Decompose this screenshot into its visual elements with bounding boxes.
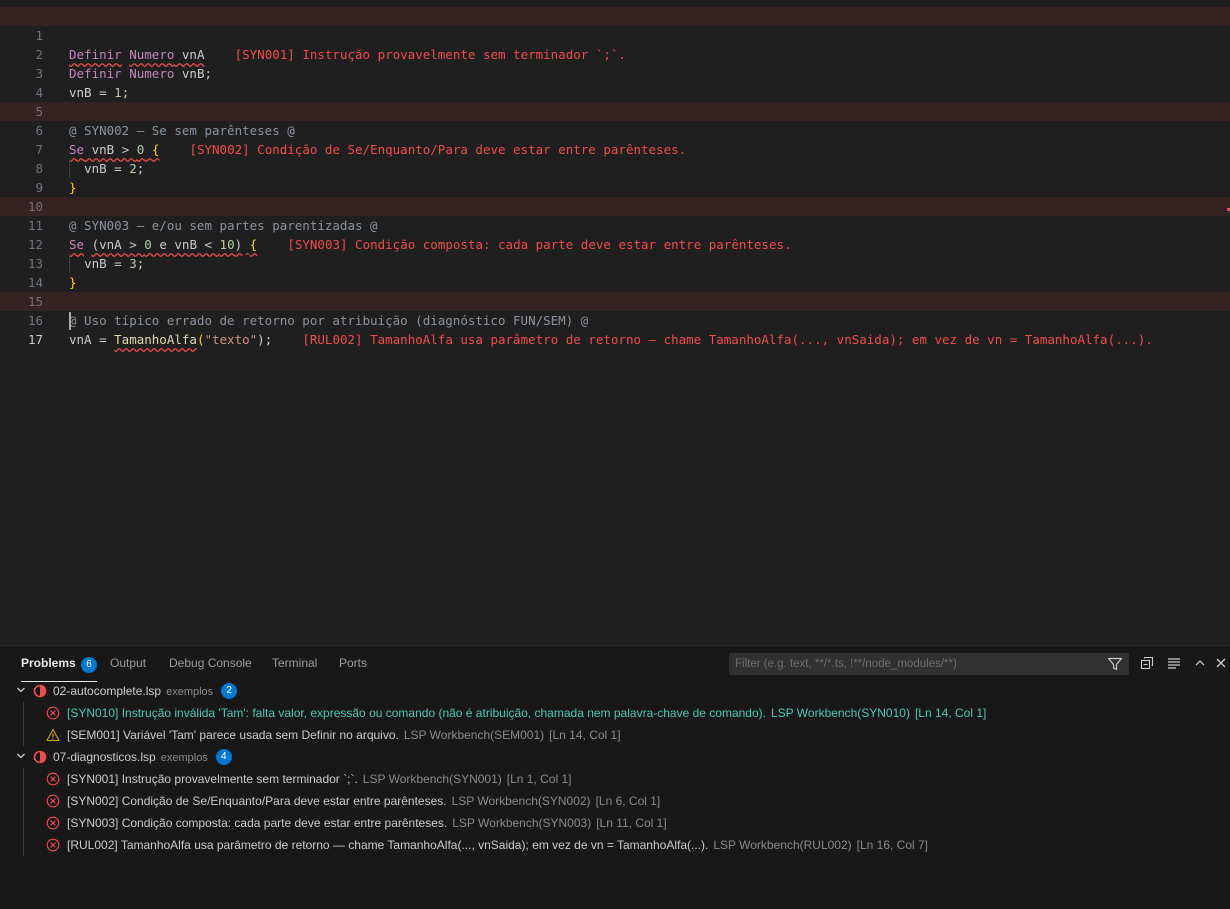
problem-location: [Ln 16, Col 7] (856, 838, 929, 852)
problem-location: [Ln 14, Col 1] (549, 728, 621, 742)
file-type-icon (33, 684, 47, 698)
chevron-down-icon (17, 687, 25, 693)
chevron-down-icon (17, 753, 25, 759)
tab-ports[interactable]: Ports (339, 656, 367, 670)
problem-item[interactable]: [SYN003] Condição composta: cada parte d… (0, 812, 1230, 834)
line-number: 17 (27, 332, 43, 347)
code-line-8[interactable]: 8 } (0, 140, 1230, 195)
code-line-3[interactable]: 3 vnB = 1; (0, 45, 1230, 100)
bottom-panel: Problems 6 Output Debug Console Terminal… (0, 645, 1230, 909)
problem-location: [Ln 6, Col 1] (595, 794, 661, 808)
view-as-list-icon[interactable] (1166, 655, 1182, 671)
problem-item[interactable]: [SEM001] Variável 'Tam' parece usada sem… (0, 724, 1230, 746)
error-icon (46, 838, 60, 852)
code-line-1[interactable]: 1 Definir Numero vnA [SYN001] Instrução … (0, 7, 1230, 62)
code-line-11[interactable]: 11 Se (vnA > 0 e vnB < 10) { [SYN003] Co… (0, 197, 1230, 252)
assignment: vnA = (69, 332, 115, 347)
problem-message: [SYN010] Instrução inválida 'Tam': falta… (67, 706, 766, 720)
tab-label: Problems (21, 656, 76, 670)
problem-source: LSP Workbench(SYN003) (452, 816, 592, 830)
error-icon (46, 794, 60, 808)
problem-location: [Ln 1, Col 1] (506, 772, 572, 786)
code-editor[interactable]: 1 Definir Numero vnA [SYN001] Instrução … (0, 0, 1230, 645)
problem-source: LSP Workbench(SYN002) (451, 794, 591, 808)
code-line-14[interactable]: 14 (0, 254, 1230, 290)
inline-diagnostic: [RUL002] TamanhoAlfa usa parâmetro de re… (302, 332, 1153, 347)
file-folder: exemplos (166, 686, 214, 698)
close-icon[interactable] (1213, 655, 1229, 671)
code-line-16[interactable]: 16 vnA = TamanhoAlfa("texto"); [RUL002] … (0, 292, 1230, 347)
tab-problems[interactable]: Problems 6 (21, 656, 98, 682)
problem-location: [Ln 11, Col 1] (596, 816, 667, 830)
problem-message: [SYN002] Condição de Se/Enquanto/Para de… (67, 794, 447, 808)
problems-count-badge: 6 (81, 657, 98, 673)
code-line-4[interactable]: 4 (0, 64, 1230, 100)
tab-output[interactable]: Output (110, 656, 146, 670)
tab-debug-console[interactable]: Debug Console (169, 656, 252, 670)
problem-source: LSP Workbench(SYN001) (362, 772, 502, 786)
collapse-all-icon[interactable] (1139, 655, 1155, 671)
chevron-up-icon[interactable] (1192, 655, 1208, 671)
error-icon (46, 706, 60, 720)
problem-source: LSP Workbench(SEM001) (403, 728, 545, 742)
code-line-10[interactable]: 10 @ SYN003 – e/ou sem partes parentizad… (0, 178, 1230, 233)
tab-terminal[interactable]: Terminal (272, 656, 317, 670)
text-cursor (69, 312, 71, 330)
problem-message: [SYN001] Instrução provavelmente sem ter… (67, 772, 358, 786)
file-problem-count: 4 (215, 748, 232, 765)
code-line-13[interactable]: 13 } (0, 235, 1230, 290)
code-line-5[interactable]: 5 @ SYN002 – Se sem parênteses @ (0, 83, 1230, 138)
code-line-17[interactable]: 17 (0, 311, 1230, 347)
error-icon (46, 816, 60, 830)
problem-item[interactable]: [SYN001] Instrução provavelmente sem ter… (0, 768, 1230, 790)
error-icon (46, 772, 60, 786)
code-line-15[interactable]: 15 @ Uso típico errado de retorno por at… (0, 273, 1230, 328)
function-call: TamanhoAlfa (114, 332, 197, 347)
file-name: 07-diagnosticos.lsp (53, 750, 156, 764)
problem-location: [Ln 14, Col 1] (914, 706, 987, 720)
panel-tabs: Problems 6 Output Debug Console Terminal… (0, 646, 1230, 682)
file-problem-count: 2 (221, 682, 238, 699)
code-line-6[interactable]: 6 Se vnB > 0 { [SYN002] Condição de Se/E… (0, 102, 1230, 157)
code-line-2[interactable]: 2 Definir Numero vnB; (0, 26, 1230, 81)
problem-source: LSP Workbench(SYN010) (770, 706, 910, 720)
file-name: 02-autocomplete.lsp (53, 684, 162, 698)
problem-file-group[interactable]: 07-diagnosticos.lsp exemplos 4 (0, 746, 1230, 768)
string-literal: "texto" (204, 332, 258, 347)
warning-icon (46, 728, 60, 742)
problem-file-group[interactable]: 02-autocomplete.lsp exemplos 2 (0, 680, 1230, 702)
problem-item[interactable]: [SYN002] Condição de Se/Enquanto/Para de… (0, 790, 1230, 812)
problem-source: LSP Workbench(RUL002) (713, 838, 852, 852)
code-line-7[interactable]: 7 vnB = 2; (0, 121, 1230, 178)
filter-icon[interactable] (1107, 656, 1123, 672)
problem-message: [RUL002] TamanhoAlfa usa parâmetro de re… (67, 838, 709, 852)
problem-item[interactable]: [RUL002] TamanhoAlfa usa parâmetro de re… (0, 834, 1230, 856)
problems-filter (729, 653, 1129, 675)
problem-item[interactable]: [SYN010] Instrução inválida 'Tam': falta… (0, 702, 1230, 724)
code-line-9[interactable]: 9 (0, 159, 1230, 195)
problem-message: [SYN003] Condição composta: cada parte d… (67, 816, 448, 830)
file-folder: exemplos (160, 752, 208, 764)
filter-input[interactable] (729, 653, 1111, 675)
paren-terminator: ); (257, 332, 273, 347)
code-line-12[interactable]: 12 vnB = 3; (0, 216, 1230, 273)
problem-message: [SEM001] Variável 'Tam' parece usada sem… (67, 728, 399, 742)
file-type-icon (33, 750, 47, 764)
